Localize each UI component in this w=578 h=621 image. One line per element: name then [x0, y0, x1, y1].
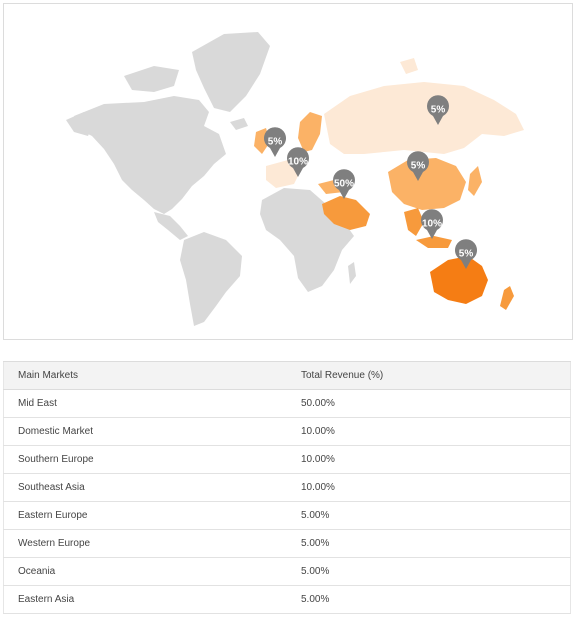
world-map-panel: 5% 10% 50% 5% 5% 10% 5%	[3, 3, 573, 340]
markets-table-container: Main Markets Total Revenue (%) Mid East …	[3, 361, 571, 614]
pin-label: 10%	[422, 219, 442, 230]
pin-label: 5%	[459, 249, 474, 260]
table-row: Eastern Asia 5.00%	[3, 585, 571, 614]
pin-label: 5%	[411, 161, 426, 172]
revenue-cell: 5.00%	[301, 529, 571, 558]
table-row: Domestic Market 10.00%	[3, 417, 571, 446]
world-map: 5% 10% 50% 5% 5% 10% 5%	[66, 32, 524, 326]
table-row: Mid East 50.00%	[3, 389, 571, 418]
pin-label: 5%	[431, 105, 446, 116]
central-america	[154, 212, 188, 240]
greenland	[192, 32, 270, 112]
markets-table: Main Markets Total Revenue (%) Mid East …	[3, 361, 571, 614]
pin-label: 10%	[288, 157, 308, 168]
new-zealand	[500, 286, 514, 310]
market-cell: Domestic Market	[3, 417, 301, 446]
market-cell: Eastern Europe	[3, 501, 301, 530]
south-america	[180, 232, 242, 326]
revenue-cell: 50.00%	[301, 389, 571, 418]
revenue-cell: 5.00%	[301, 585, 571, 614]
market-cell: Oceania	[3, 557, 301, 586]
pin-label: 5%	[268, 137, 283, 148]
land-gray	[66, 32, 356, 326]
pin-southeast-asia[interactable]: 10%	[421, 209, 443, 239]
table-row: Southeast Asia 10.00%	[3, 473, 571, 502]
pin-mid-east[interactable]: 50%	[333, 169, 355, 199]
australia	[430, 256, 488, 304]
russia	[324, 82, 524, 154]
iceland	[230, 118, 248, 130]
indonesia	[416, 236, 452, 248]
market-cell: Southern Europe	[3, 445, 301, 474]
madagascar	[348, 262, 356, 284]
pin-western-europe[interactable]: 5%	[264, 127, 286, 157]
korea-japan	[468, 166, 482, 196]
market-cell: Western Europe	[3, 529, 301, 558]
revenue-cell: 10.00%	[301, 473, 571, 502]
column-header-revenue: Total Revenue (%)	[301, 361, 571, 390]
north-america	[74, 96, 226, 214]
table-row: Southern Europe 10.00%	[3, 445, 571, 474]
scandinavia	[298, 112, 322, 152]
revenue-cell: 10.00%	[301, 417, 571, 446]
market-cell: Eastern Asia	[3, 585, 301, 614]
column-header-market: Main Markets	[3, 361, 301, 390]
pin-label: 50%	[334, 179, 354, 190]
revenue-cell: 5.00%	[301, 501, 571, 530]
table-row: Western Europe 5.00%	[3, 529, 571, 558]
land-strong-tier	[322, 196, 514, 310]
table-header-row: Main Markets Total Revenue (%)	[3, 361, 571, 390]
table-row: Oceania 5.00%	[3, 557, 571, 586]
revenue-cell: 10.00%	[301, 445, 571, 474]
market-cell: Southeast Asia	[3, 473, 301, 502]
land-max-tier	[430, 256, 488, 304]
arctic-islands	[124, 66, 179, 92]
table-row: Eastern Europe 5.00%	[3, 501, 571, 530]
market-cell: Mid East	[3, 389, 301, 418]
revenue-cell: 5.00%	[301, 557, 571, 586]
